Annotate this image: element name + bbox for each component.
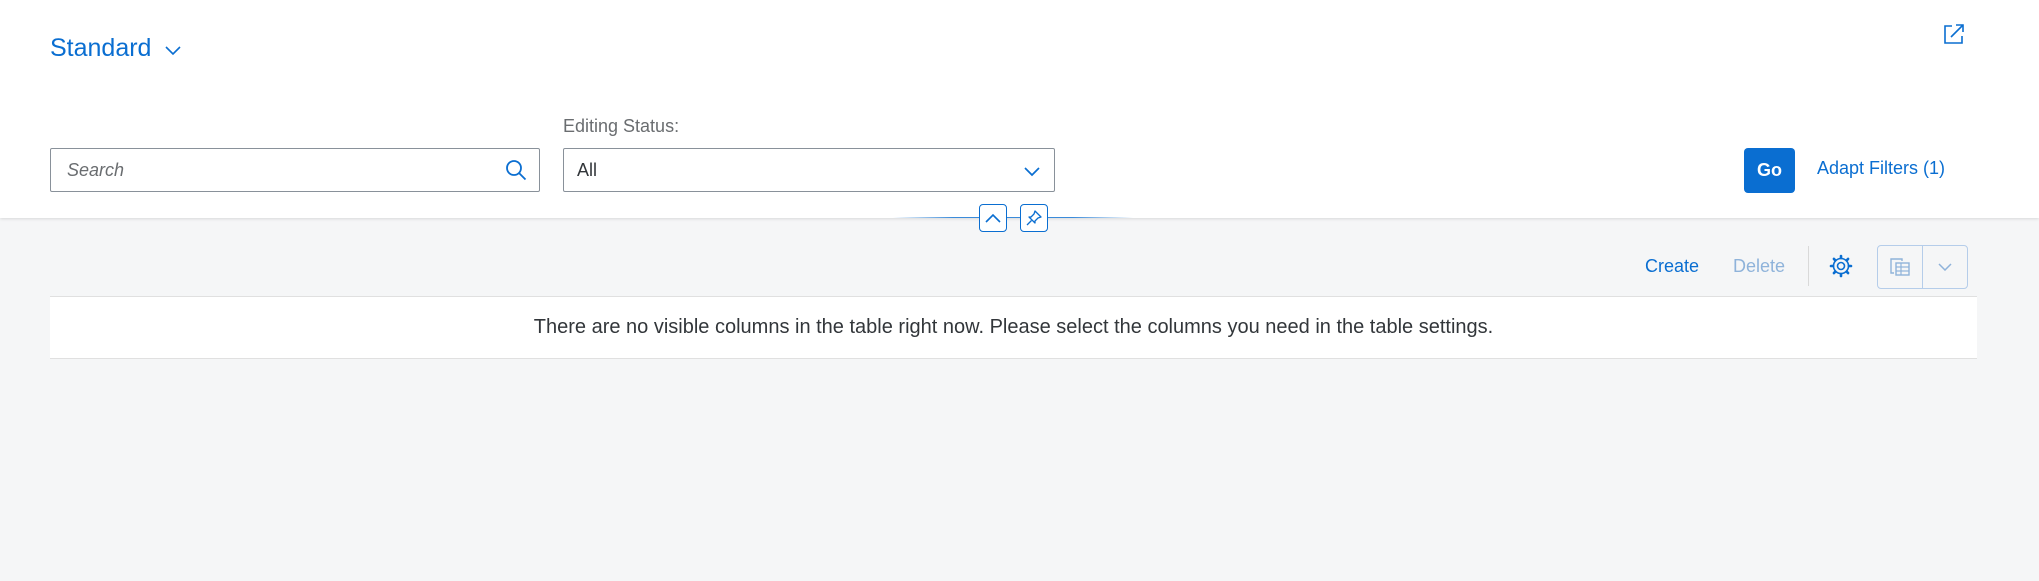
- export-menu-button[interactable]: [1923, 246, 1967, 288]
- editing-status-select[interactable]: All: [563, 148, 1055, 192]
- create-button[interactable]: Create: [1645, 256, 1699, 277]
- go-button[interactable]: Go: [1744, 148, 1795, 193]
- gear-icon[interactable]: [1829, 254, 1853, 278]
- delete-button[interactable]: Delete: [1733, 256, 1785, 277]
- share-icon[interactable]: [1942, 22, 1966, 46]
- no-data-message: There are no visible columns in the tabl…: [533, 316, 1494, 338]
- pin-header-button[interactable]: [1020, 204, 1048, 232]
- table-no-data-area: There are no visible columns in the tabl…: [50, 296, 1977, 359]
- search-field: [50, 148, 540, 192]
- variant-management[interactable]: Standard: [50, 28, 182, 68]
- header-divider-line: [893, 217, 1133, 218]
- variant-title: Standard: [50, 33, 152, 62]
- editing-status-value: All: [577, 160, 598, 180]
- chevron-down-icon[interactable]: [1022, 161, 1042, 181]
- search-icon[interactable]: [505, 159, 527, 181]
- chevron-down-icon: [1938, 263, 1952, 271]
- chevron-up-icon: [985, 213, 1001, 223]
- chevron-down-icon[interactable]: [165, 46, 182, 56]
- export-button-group: [1877, 245, 1968, 289]
- search-input[interactable]: [51, 149, 491, 191]
- export-button[interactable]: [1878, 246, 1922, 288]
- adapt-filters-button[interactable]: Adapt Filters (1): [1817, 158, 1945, 179]
- collapse-header-button[interactable]: [979, 204, 1007, 232]
- pin-icon: [1026, 210, 1042, 226]
- filter-bar-header: Standard Editing Status: All Go Adapt Fi…: [0, 0, 2039, 218]
- toolbar-separator: [1808, 246, 1809, 286]
- editing-status-label: Editing Status:: [563, 116, 680, 136]
- export-spreadsheet-icon: [1890, 258, 1910, 276]
